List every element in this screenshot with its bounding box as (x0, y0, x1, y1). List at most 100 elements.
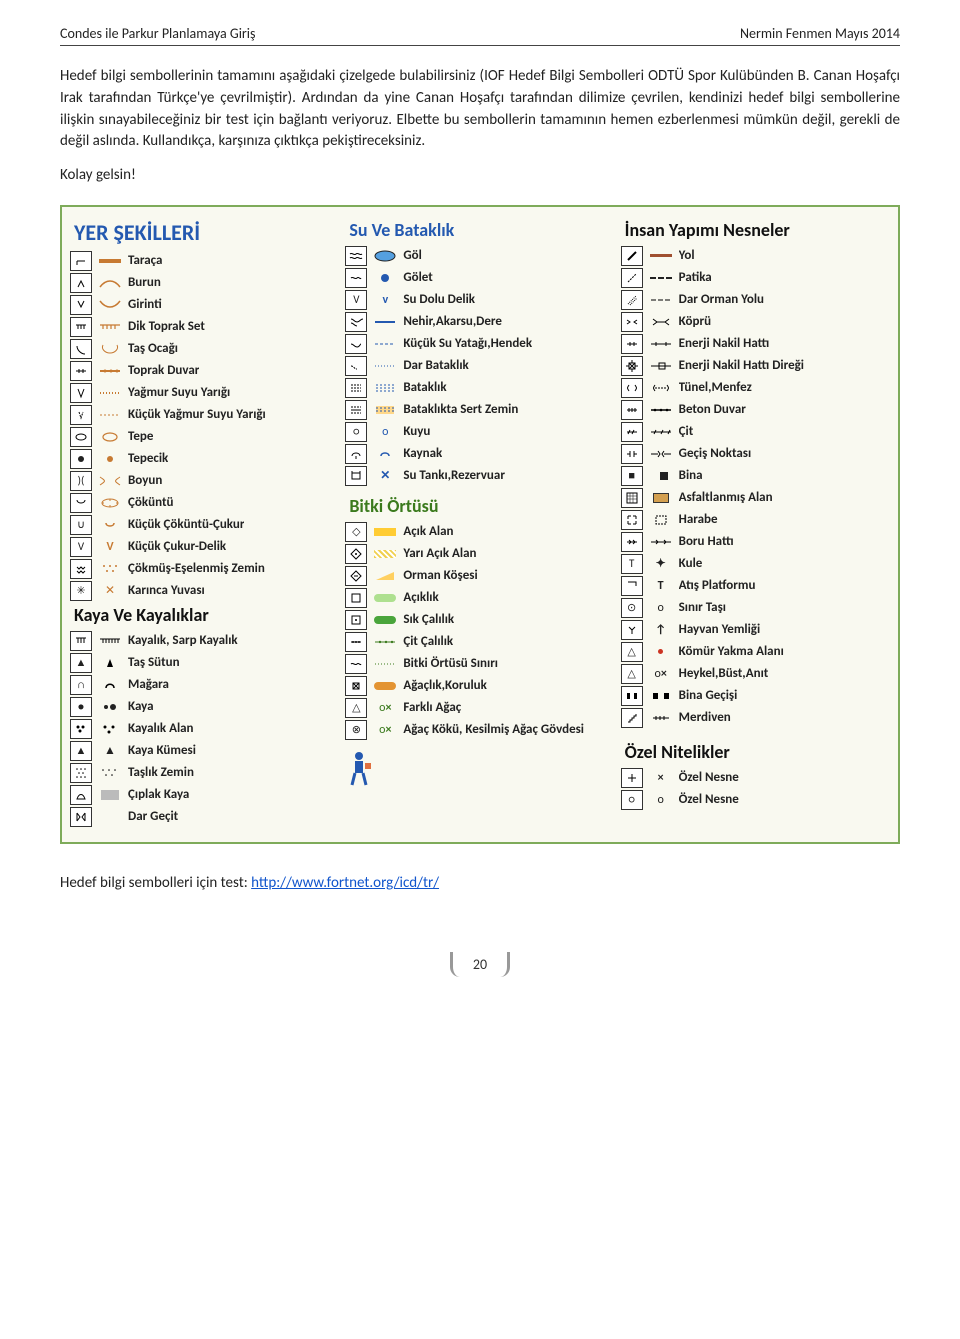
row-harabe: Harabe (621, 509, 890, 531)
row-burun: Burun (70, 272, 339, 294)
icd-icon (70, 251, 92, 271)
row-bataklık-sert-zemin: Bataklıkta Sert Zemin (345, 399, 614, 421)
map-icon (647, 445, 675, 463)
map-icon (647, 335, 675, 353)
icd-icon (70, 273, 92, 293)
map-icon (96, 654, 124, 672)
map-icon (647, 643, 675, 661)
icd-icon (621, 378, 643, 398)
row-kömür-yakma: △Kömür Yakma Alanı (621, 641, 890, 663)
row-gölet: Gölet (345, 267, 614, 289)
map-icon (371, 379, 399, 397)
map-icon: o × (371, 721, 399, 739)
icd-icon: △ (621, 642, 643, 662)
icd-icon (345, 466, 367, 486)
icd-icon: V (70, 537, 92, 557)
map-icon (96, 786, 124, 804)
map-icon: o × (647, 665, 675, 683)
header-right: Nermin Fenmen Mayıs 2014 (740, 25, 900, 42)
icd-icon: )( (70, 471, 92, 491)
icd-icon: ⊗ (345, 720, 367, 740)
icd-icon (621, 246, 643, 266)
map-icon (96, 764, 124, 782)
icd-icon (621, 356, 643, 376)
section-title-rocks: Kaya Ve Kayalıklar (70, 602, 339, 630)
row-sık-çalılık: Sık Çalılık (345, 609, 614, 631)
row-çit: Çit (621, 421, 890, 443)
icd-icon (70, 383, 92, 403)
map-icon (371, 523, 399, 541)
map-icon (371, 655, 399, 673)
icd-icon: ◇ (345, 522, 367, 542)
map-icon (371, 269, 399, 287)
icd-icon (345, 378, 367, 398)
icd-icon: ∩ (70, 675, 92, 695)
row-patika: Patika (621, 267, 890, 289)
row-bitki-örtüsü-sınırı: Bitki Örtüsü Sınırı (345, 653, 614, 675)
test-link[interactable]: http://www.fortnet.org/icd/tr/ (251, 874, 439, 892)
row-küçük-yarık: Küçük Yağmur Suyu Yarığı (70, 404, 339, 426)
footer-link-paragraph: Hedef bilgi sembolleri için test: http:/… (60, 874, 900, 892)
icd-icon (621, 768, 643, 788)
icd-icon (70, 807, 92, 827)
row-toprak-duvar: Toprak Duvar (70, 360, 339, 382)
map-icon (96, 632, 124, 650)
icd-icon (345, 544, 367, 564)
icd-icon (70, 295, 92, 315)
row-sınır-taşı: ⊙oSınır Taşı (621, 597, 890, 619)
icd-icon (621, 268, 643, 288)
map-icon (96, 676, 124, 694)
symbol-chart: YER ŞEKİLLERİ Taraça Burun Girinti Dik T… (60, 205, 900, 844)
row-kaya-kümesi: ▲▲Kaya Kümesi (70, 740, 339, 762)
row-küçük-çöküntü: ∪Küçük Çöküntü-Çukur (70, 514, 339, 536)
map-icon (371, 567, 399, 585)
icd-icon (345, 246, 367, 266)
icd-icon: ▲ (70, 741, 92, 761)
map-icon (647, 269, 675, 287)
icd-icon (70, 317, 92, 337)
map-icon (371, 611, 399, 629)
map-icon (371, 247, 399, 265)
row-kuyu: ○oKuyu (345, 421, 614, 443)
row-geçiş-noktası: Geçiş Noktası (621, 443, 890, 465)
row-küçük-çukur: VVKüçük Çukur-Delik (70, 536, 339, 558)
icd-icon (70, 427, 92, 447)
icd-icon (345, 632, 367, 652)
map-icon: ✕ (371, 467, 399, 485)
map-icon (96, 384, 124, 402)
icd-icon: △ (345, 698, 367, 718)
icd-icon (345, 610, 367, 630)
row-atış-platformu: TAtış Platformu (621, 575, 890, 597)
map-icon (96, 516, 124, 534)
map-icon: T (647, 577, 675, 595)
row-kaynak: Kaynak (345, 443, 614, 465)
row-dik-toprak-set: Dik Toprak Set (70, 316, 339, 338)
map-icon (96, 340, 124, 358)
icd-icon (621, 334, 643, 354)
icd-icon: ○ (345, 422, 367, 442)
row-dar-geçit: Dar Geçit (70, 806, 339, 828)
map-icon (647, 313, 675, 331)
map-icon: o (371, 423, 399, 441)
row-açıklık: Açıklık (345, 587, 614, 609)
row-ağaç-kökü: ⊗o ×Ağaç Kökü, Kesilmiş Ağaç Gövdesi (345, 719, 614, 741)
icd-icon (70, 763, 92, 783)
icd-icon (621, 444, 643, 464)
map-icon (647, 247, 675, 265)
row-çökmüş-zemin: Çökmüş-Eşelenmiş Zemin (70, 558, 339, 580)
icd-icon: ∪ (70, 515, 92, 535)
row-asfalt: Asfaltlanmış Alan (621, 487, 890, 509)
map-icon (647, 489, 675, 507)
map-icon (96, 560, 124, 578)
icd-icon (621, 290, 643, 310)
map-icon: ✕ (96, 582, 124, 600)
row-girinti: Girinti (70, 294, 339, 316)
row-özel-1: ×Özel Nesne (621, 767, 890, 789)
row-karınca-yuvası: ✳✕Karınca Yuvası (70, 580, 339, 602)
row-su-tankı: ✕Su Tankı,Rezervuar (345, 465, 614, 487)
paragraph-2: Kolay gelsin! (60, 165, 900, 187)
map-icon (96, 274, 124, 292)
icd-icon (70, 449, 92, 469)
map-icon (647, 709, 675, 727)
map-icon (96, 318, 124, 336)
